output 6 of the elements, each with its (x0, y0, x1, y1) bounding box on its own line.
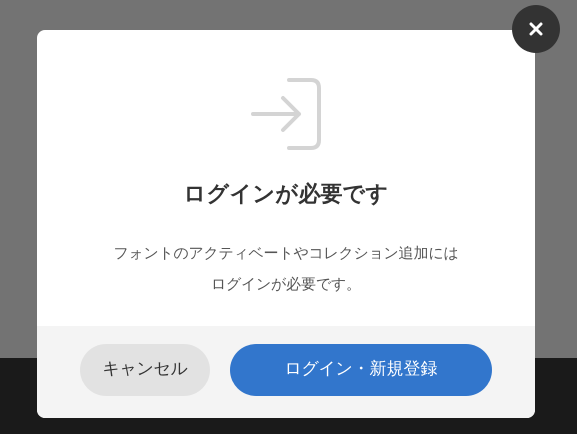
login-button[interactable]: ログイン・新規登録 (230, 344, 492, 396)
cancel-button[interactable]: キャンセル (80, 344, 210, 396)
login-icon (249, 77, 323, 151)
dialog-message: フォントのアクティベートやコレクション追加には ログインが必要です。 (114, 243, 458, 295)
dialog-title: ログインが必要です (184, 181, 388, 209)
close-icon (529, 22, 543, 36)
